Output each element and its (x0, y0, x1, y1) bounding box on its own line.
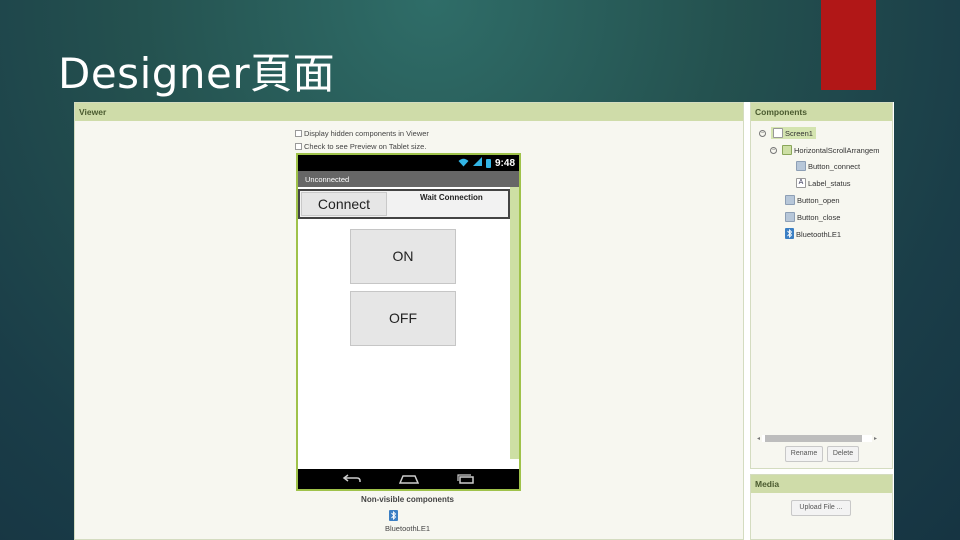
tree-item-button-close[interactable]: Button_close (785, 212, 840, 222)
bluetooth-icon[interactable] (389, 508, 398, 521)
tree-item-label-status[interactable]: A Label_status (796, 178, 851, 188)
horizontal-scroll-arrangement[interactable]: Connect Wait Connection (298, 189, 510, 219)
collapse-screen1-icon[interactable]: − (759, 130, 766, 137)
nonvisible-bluetooth-label: BluetoothLE1 (384, 524, 431, 533)
tree-label-arrangement: HorizontalScrollArrangem (794, 145, 880, 155)
media-panel: Media Upload File ... (750, 474, 893, 540)
tree-label-button-connect: Button_connect (808, 161, 861, 171)
components-header: Components (751, 103, 892, 121)
phone-title-bar: Unconnected (298, 171, 519, 187)
tree-label-bluetoothle1: BluetoothLE1 (796, 230, 842, 239)
media-header: Media (751, 475, 892, 493)
wifi-icon (458, 158, 469, 169)
button-icon (785, 195, 795, 205)
back-icon (342, 474, 362, 484)
viewer-header: Viewer (75, 103, 743, 121)
scroll-right-icon[interactable]: ▸ (874, 435, 877, 442)
display-hidden-label: Display hidden components in Viewer (304, 129, 429, 138)
off-button[interactable]: OFF (350, 291, 456, 346)
phone-screen: Connect Wait Connection ON OFF (298, 187, 519, 459)
signal-icon (472, 157, 482, 169)
tree-label-button-open: Button_open (797, 195, 840, 205)
phone-time: 9:48 (494, 157, 515, 169)
red-accent-bar (821, 0, 876, 90)
components-hscrollbar[interactable]: ◂ ▸ (757, 433, 887, 443)
tree-item-screen1[interactable]: Screen1 (771, 127, 816, 139)
scroll-left-icon[interactable]: ◂ (757, 435, 760, 442)
screen-scroll-strip (510, 187, 519, 459)
designer-screenshot: Viewer Display hidden components in View… (74, 102, 894, 540)
phone-nav-bar (298, 469, 519, 489)
connect-button[interactable]: Connect (301, 192, 387, 216)
bluetooth-icon (785, 228, 794, 241)
tree-item-horizontal-arrangement[interactable]: HorizontalScrollArrangem (782, 145, 879, 155)
slide-title: Designer頁面 (58, 49, 336, 98)
scroll-track[interactable] (762, 434, 873, 442)
collapse-arrangement-icon[interactable]: − (770, 147, 777, 154)
battery-icon (485, 158, 491, 168)
tree-label-screen1: Screen1 (785, 128, 813, 138)
tablet-preview-checkbox[interactable] (295, 143, 302, 150)
home-icon (398, 474, 419, 484)
tree-label-button-close: Button_close (797, 212, 841, 222)
display-hidden-checkbox[interactable] (295, 130, 302, 137)
tablet-preview-label: Check to see Preview on Tablet size. (304, 142, 427, 151)
upload-file-button[interactable]: Upload File ... (791, 500, 851, 516)
arrangement-icon (782, 145, 792, 155)
tree-label-label-status: Label_status (808, 178, 851, 188)
scroll-thumb[interactable] (765, 434, 863, 442)
tree-item-bluetoothle1[interactable]: BluetoothLE1 (785, 228, 841, 241)
tree-item-button-open[interactable]: Button_open (785, 195, 840, 205)
label-icon: A (796, 178, 806, 188)
viewer-panel: Viewer Display hidden components in View… (74, 102, 744, 540)
screen-icon (773, 128, 783, 138)
button-icon (796, 161, 806, 171)
tree-item-button-connect[interactable]: Button_connect (796, 161, 860, 171)
phone-status-bar: 9:48 (298, 155, 519, 171)
button-icon (785, 212, 795, 222)
nonvisible-components-title: Non-visible components (361, 495, 454, 504)
tablet-preview-option[interactable]: Check to see Preview on Tablet size. (295, 142, 426, 151)
components-panel: Components − Screen1 − HorizontalScrollA… (750, 102, 893, 469)
status-label[interactable]: Wait Connection (420, 193, 483, 202)
delete-button[interactable]: Delete (827, 446, 859, 462)
rename-button[interactable]: Rename (785, 446, 823, 462)
on-button[interactable]: ON (350, 229, 456, 284)
display-hidden-option[interactable]: Display hidden components in Viewer (295, 129, 429, 138)
phone-preview: 9:48 Unconnected Connect Wait Connection… (296, 153, 521, 491)
recent-apps-icon (456, 474, 476, 484)
